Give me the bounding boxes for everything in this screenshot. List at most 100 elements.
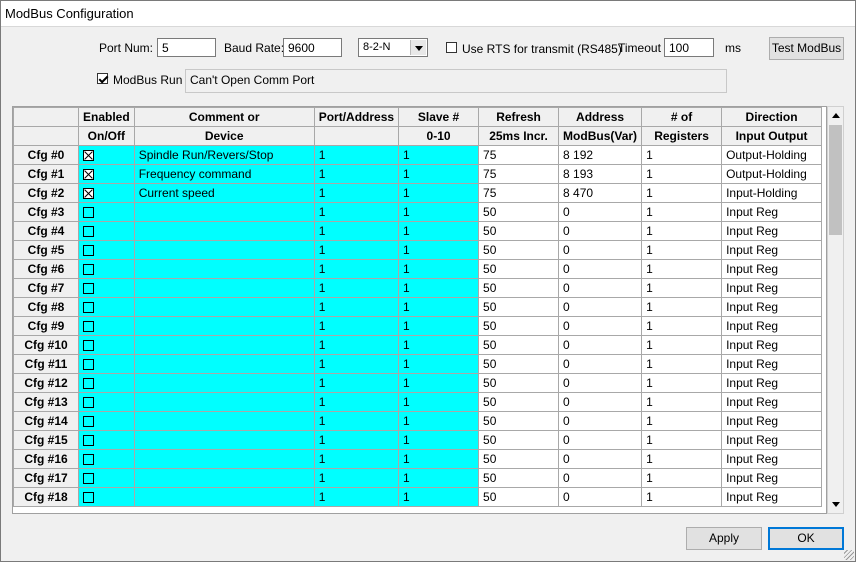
slave-cell[interactable]: 1 bbox=[398, 411, 480, 431]
comment-cell[interactable] bbox=[133, 487, 315, 507]
slave-cell[interactable]: 1 bbox=[398, 430, 480, 450]
refresh-cell[interactable]: 50 bbox=[478, 373, 560, 393]
registers-cell[interactable]: 1 bbox=[641, 373, 723, 393]
refresh-cell[interactable]: 50 bbox=[478, 354, 560, 374]
port-address-cell[interactable]: 1 bbox=[313, 430, 400, 450]
enabled-cell[interactable] bbox=[78, 487, 135, 507]
slave-cell[interactable]: 1 bbox=[398, 316, 480, 336]
enabled-checkbox[interactable] bbox=[83, 416, 94, 428]
comment-cell[interactable] bbox=[133, 392, 315, 412]
comment-cell[interactable]: Current speed bbox=[133, 183, 315, 203]
refresh-cell[interactable]: 50 bbox=[478, 487, 560, 507]
slave-cell[interactable]: 1 bbox=[398, 373, 480, 393]
direction-cell[interactable]: Input Reg bbox=[721, 354, 823, 374]
address-cell[interactable]: 0 bbox=[558, 259, 643, 279]
enabled-checkbox[interactable] bbox=[83, 454, 94, 466]
enabled-checkbox[interactable] bbox=[83, 169, 94, 181]
modbus-run-checkbox[interactable] bbox=[97, 73, 108, 84]
direction-cell[interactable]: Input Reg bbox=[721, 316, 823, 336]
refresh-cell[interactable]: 50 bbox=[478, 278, 560, 298]
slave-cell[interactable]: 1 bbox=[398, 354, 480, 374]
registers-cell[interactable]: 1 bbox=[641, 278, 723, 298]
comment-cell[interactable] bbox=[133, 335, 315, 355]
address-cell[interactable]: 0 bbox=[558, 392, 643, 412]
refresh-cell[interactable]: 50 bbox=[478, 411, 560, 431]
slave-cell[interactable]: 1 bbox=[398, 449, 480, 469]
address-cell[interactable]: 0 bbox=[558, 468, 643, 488]
enabled-cell[interactable] bbox=[78, 335, 135, 355]
ok-button[interactable]: OK bbox=[768, 527, 844, 550]
direction-cell[interactable]: Input Reg bbox=[721, 411, 823, 431]
use-rts-checkbox[interactable] bbox=[446, 42, 457, 53]
refresh-cell[interactable]: 50 bbox=[478, 259, 560, 279]
enabled-cell[interactable] bbox=[78, 240, 135, 260]
slave-cell[interactable]: 1 bbox=[398, 259, 480, 279]
enabled-cell[interactable] bbox=[78, 164, 135, 184]
vertical-scrollbar[interactable] bbox=[827, 106, 844, 514]
slave-cell[interactable]: 1 bbox=[398, 297, 480, 317]
registers-cell[interactable]: 1 bbox=[641, 430, 723, 450]
direction-cell[interactable]: Input-Holding bbox=[721, 183, 823, 203]
registers-cell[interactable]: 1 bbox=[641, 240, 723, 260]
port-address-cell[interactable]: 1 bbox=[313, 411, 400, 431]
address-cell[interactable]: 0 bbox=[558, 240, 643, 260]
enabled-checkbox[interactable] bbox=[83, 302, 94, 314]
comment-cell[interactable] bbox=[133, 468, 315, 488]
comment-cell[interactable] bbox=[133, 354, 315, 374]
port-address-cell[interactable]: 1 bbox=[313, 468, 400, 488]
direction-cell[interactable]: Input Reg bbox=[721, 297, 823, 317]
refresh-cell[interactable]: 50 bbox=[478, 468, 560, 488]
comment-cell[interactable] bbox=[133, 221, 315, 241]
slave-cell[interactable]: 1 bbox=[398, 221, 480, 241]
enabled-cell[interactable] bbox=[78, 411, 135, 431]
address-cell[interactable]: 0 bbox=[558, 411, 643, 431]
enabled-cell[interactable] bbox=[78, 373, 135, 393]
direction-cell[interactable]: Input Reg bbox=[721, 278, 823, 298]
refresh-cell[interactable]: 75 bbox=[478, 183, 560, 203]
enabled-checkbox[interactable] bbox=[83, 359, 94, 371]
registers-cell[interactable]: 1 bbox=[641, 145, 723, 165]
comment-cell[interactable] bbox=[133, 430, 315, 450]
enabled-cell[interactable] bbox=[78, 259, 135, 279]
registers-cell[interactable]: 1 bbox=[641, 354, 723, 374]
direction-cell[interactable]: Input Reg bbox=[721, 487, 823, 507]
comment-cell[interactable] bbox=[133, 259, 315, 279]
port-address-cell[interactable]: 1 bbox=[313, 240, 400, 260]
timeout-input[interactable]: 100 bbox=[664, 38, 714, 57]
address-cell[interactable]: 0 bbox=[558, 316, 643, 336]
comment-cell[interactable]: Spindle Run/Revers/Stop bbox=[133, 145, 315, 165]
direction-cell[interactable]: Input Reg bbox=[721, 430, 823, 450]
scroll-thumb[interactable] bbox=[829, 125, 842, 235]
enabled-checkbox[interactable] bbox=[83, 340, 94, 352]
comment-cell[interactable] bbox=[133, 202, 315, 222]
port-address-cell[interactable]: 1 bbox=[313, 221, 400, 241]
enabled-checkbox[interactable] bbox=[83, 150, 94, 162]
refresh-cell[interactable]: 75 bbox=[478, 145, 560, 165]
enabled-cell[interactable] bbox=[78, 278, 135, 298]
registers-cell[interactable]: 1 bbox=[641, 335, 723, 355]
config-grid[interactable]: Enabled Comment or Port/Address Slave # Refr… bbox=[12, 106, 827, 514]
direction-cell[interactable]: Input Reg bbox=[721, 373, 823, 393]
port-address-cell[interactable]: 1 bbox=[313, 145, 400, 165]
enabled-checkbox[interactable] bbox=[83, 397, 94, 409]
address-cell[interactable]: 0 bbox=[558, 278, 643, 298]
port-address-cell[interactable]: 1 bbox=[313, 392, 400, 412]
enabled-cell[interactable] bbox=[78, 202, 135, 222]
address-cell[interactable]: 0 bbox=[558, 354, 643, 374]
registers-cell[interactable]: 1 bbox=[641, 316, 723, 336]
enabled-checkbox[interactable] bbox=[83, 378, 94, 390]
refresh-cell[interactable]: 50 bbox=[478, 240, 560, 260]
resize-grip-icon[interactable] bbox=[844, 550, 854, 560]
chevron-down-icon[interactable] bbox=[410, 40, 426, 55]
enabled-cell[interactable] bbox=[78, 449, 135, 469]
direction-cell[interactable]: Input Reg bbox=[721, 392, 823, 412]
slave-cell[interactable]: 1 bbox=[398, 468, 480, 488]
port-address-cell[interactable]: 1 bbox=[313, 278, 400, 298]
enabled-checkbox[interactable] bbox=[83, 283, 94, 295]
test-modbus-button[interactable]: Test ModBus bbox=[769, 37, 844, 60]
address-cell[interactable]: 0 bbox=[558, 487, 643, 507]
baud-rate-input[interactable]: 9600 bbox=[283, 38, 342, 57]
port-address-cell[interactable]: 1 bbox=[313, 259, 400, 279]
enabled-checkbox[interactable] bbox=[83, 207, 94, 219]
address-cell[interactable]: 0 bbox=[558, 449, 643, 469]
